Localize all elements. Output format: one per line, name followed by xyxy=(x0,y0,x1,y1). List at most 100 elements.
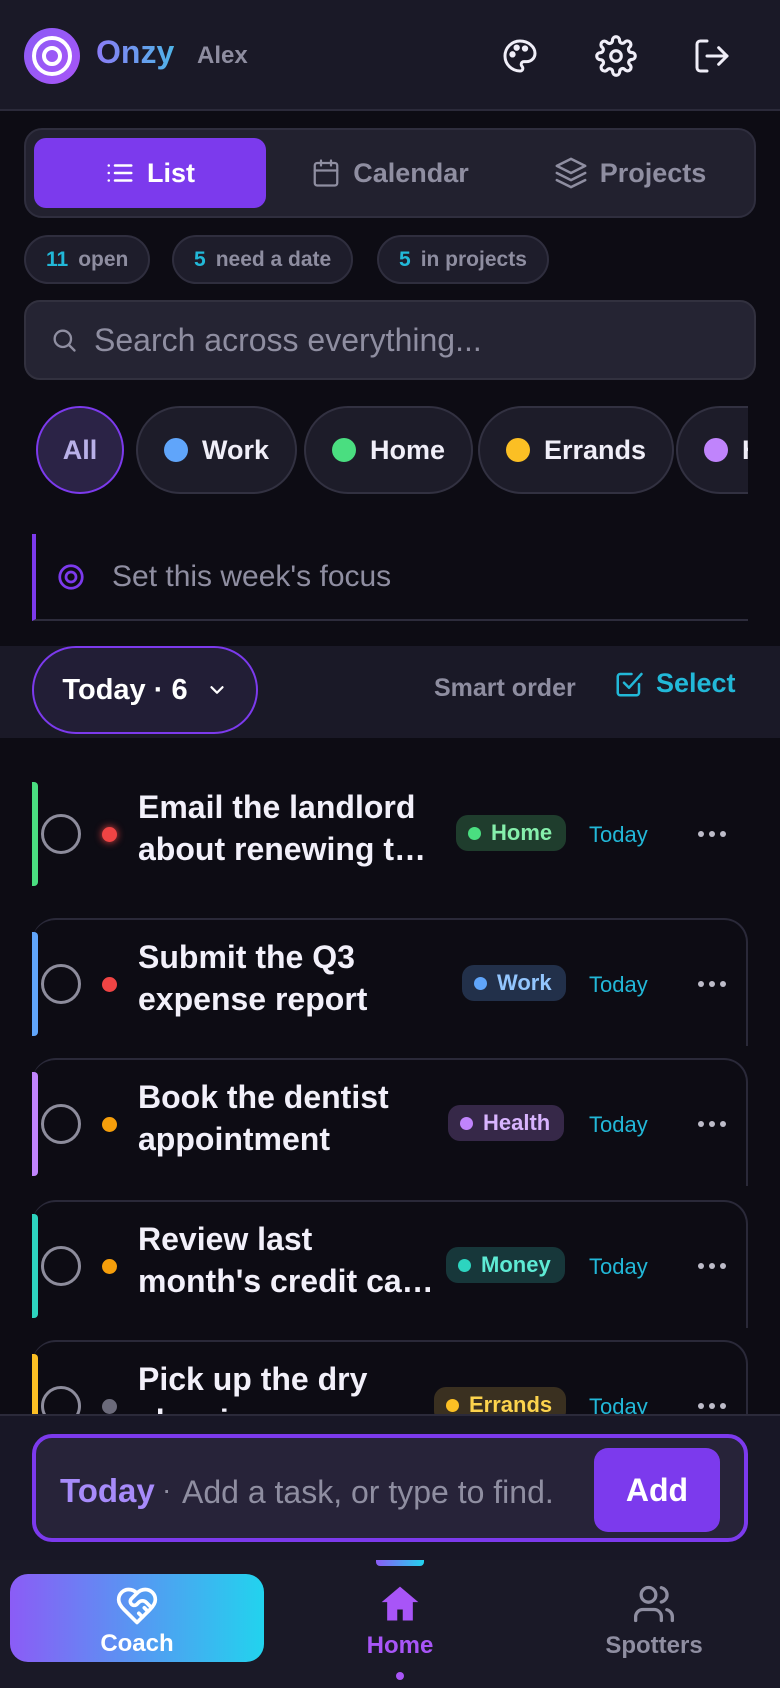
category-label: Work xyxy=(202,434,270,465)
quick-add-date-prefix[interactable]: Today xyxy=(60,1472,155,1510)
task-more-button[interactable] xyxy=(692,816,732,852)
category-color-dot xyxy=(704,438,728,462)
more-horizontal-icon xyxy=(697,979,727,989)
stat-label: need a date xyxy=(215,247,332,271)
chevron-down-icon xyxy=(206,679,228,701)
task-toolbar: Today · 6 Smart order Select xyxy=(0,646,780,738)
weekly-focus-placeholder: Set this week's focus xyxy=(112,559,392,593)
task-more-button[interactable] xyxy=(692,966,732,1002)
heart-handshake-icon xyxy=(115,1584,159,1628)
tab-list[interactable]: List xyxy=(34,138,266,208)
task-title: Review last month's credit card statemen… xyxy=(138,1221,434,1299)
stat-need-date[interactable]: 5 need a date xyxy=(172,235,354,284)
category-chip-work[interactable]: Work xyxy=(136,406,298,494)
task-tag[interactable]: Health xyxy=(448,1105,565,1141)
task-row[interactable]: Submit the Q3 expense report Work Today xyxy=(32,918,748,1046)
complete-checkbox[interactable] xyxy=(41,964,81,1004)
task-tag[interactable]: Errands xyxy=(434,1387,567,1414)
nav-coach[interactable]: Coach xyxy=(10,1574,264,1662)
sort-mode-button[interactable]: Smart order xyxy=(434,674,576,703)
task-row[interactable]: Book the dentist appointment Health Toda… xyxy=(32,1058,748,1186)
tag-label: Money xyxy=(481,1252,551,1277)
quick-add-bar: Today · Add a task, or type to find. Add xyxy=(0,1414,780,1560)
complete-checkbox[interactable] xyxy=(41,1104,81,1144)
palette-icon xyxy=(500,36,540,76)
more-horizontal-icon xyxy=(697,829,727,839)
tab-list-label: List xyxy=(146,157,195,188)
username: Alex xyxy=(197,42,248,69)
settings-button[interactable] xyxy=(592,32,640,80)
task-row[interactable]: Pick up the dry cleaning Errands Today xyxy=(32,1340,748,1414)
stat-count: 5 xyxy=(399,247,411,271)
bottom-nav: Coach Home Spotters xyxy=(0,1560,780,1688)
search-input[interactable]: Search across everything... xyxy=(24,300,756,380)
category-label: Errands xyxy=(544,434,647,465)
category-chip-h[interactable]: H xyxy=(676,406,748,494)
weekly-focus-input[interactable]: Set this week's focus xyxy=(32,534,748,621)
quick-add-input[interactable]: Today · Add a task, or type to find. Add xyxy=(32,1434,748,1542)
tab-calendar-label: Calendar xyxy=(353,157,469,188)
priority-dot xyxy=(102,1399,117,1414)
task-more-button[interactable] xyxy=(692,1388,732,1414)
nav-spotters[interactable]: Spotters xyxy=(554,1560,754,1688)
task-more-button[interactable] xyxy=(692,1106,732,1142)
search-placeholder: Search across everything... xyxy=(94,321,482,358)
tab-projects[interactable]: Projects xyxy=(514,138,746,208)
category-color-dot xyxy=(332,438,356,462)
category-bar xyxy=(32,1354,38,1414)
category-label: All xyxy=(62,434,98,465)
app-name: Onzy xyxy=(96,34,175,70)
category-bar xyxy=(32,1214,38,1318)
category-bar xyxy=(32,1072,38,1176)
tab-calendar[interactable]: Calendar xyxy=(274,138,506,208)
complete-checkbox[interactable] xyxy=(41,1246,81,1286)
stat-count: 5 xyxy=(194,247,206,271)
logout-button[interactable] xyxy=(688,32,736,80)
target-icon xyxy=(56,562,86,592)
category-chip-errands[interactable]: Errands xyxy=(478,406,675,494)
task-tag[interactable]: Money xyxy=(446,1247,565,1283)
category-color-dot xyxy=(506,438,530,462)
task-more-button[interactable] xyxy=(692,1248,732,1284)
theme-button[interactable] xyxy=(496,32,544,80)
search-icon xyxy=(50,326,78,354)
task-title: Book the dentist appointment xyxy=(138,1079,389,1157)
task-title: Email the landlord about renewing the le… xyxy=(138,789,432,867)
add-task-button[interactable]: Add xyxy=(594,1448,720,1532)
app-logo xyxy=(24,28,80,84)
home-icon xyxy=(378,1582,422,1626)
nav-home[interactable]: Home xyxy=(300,1560,500,1688)
task-row[interactable]: Review last month's credit card statemen… xyxy=(32,1200,748,1328)
calendar-icon xyxy=(311,158,341,188)
nav-coach-label: Coach xyxy=(100,1630,174,1657)
task-due: Today xyxy=(589,1254,648,1279)
select-button[interactable]: Select xyxy=(614,668,736,699)
task-tag[interactable]: Home xyxy=(456,815,567,851)
stat-open[interactable]: 11 open xyxy=(24,235,151,284)
task-tag[interactable]: Work xyxy=(462,965,566,1001)
complete-checkbox[interactable] xyxy=(41,1386,81,1414)
category-bar xyxy=(32,782,38,886)
task-due: Today xyxy=(589,1394,648,1414)
stat-in-projects[interactable]: 5 in projects xyxy=(377,235,549,284)
priority-dot xyxy=(102,827,117,842)
category-chip-all[interactable]: All xyxy=(36,406,124,494)
date-filter-dropdown[interactable]: Today · 6 xyxy=(32,646,258,734)
priority-dot xyxy=(102,1259,117,1274)
tag-label: Errands xyxy=(469,1392,553,1414)
category-filter: All Work Home Errands H xyxy=(0,400,748,500)
tag-label: Work xyxy=(497,970,552,995)
priority-dot xyxy=(102,1117,117,1132)
task-row[interactable]: Email the landlord about renewing the le… xyxy=(32,770,748,898)
view-tabs: List Calendar Projects xyxy=(24,128,756,218)
select-label: Select xyxy=(656,668,736,698)
quick-add-separator: · xyxy=(162,1474,172,1505)
task-due: Today xyxy=(589,822,648,847)
checkbox-edit-icon xyxy=(614,669,644,699)
task-list: Email the landlord about renewing the le… xyxy=(0,770,780,1414)
task-title: Submit the Q3 expense report xyxy=(138,939,368,1017)
category-chip-home[interactable]: Home xyxy=(304,406,474,494)
complete-checkbox[interactable] xyxy=(41,814,81,854)
task-due: Today xyxy=(589,1112,648,1137)
priority-dot xyxy=(102,977,117,992)
